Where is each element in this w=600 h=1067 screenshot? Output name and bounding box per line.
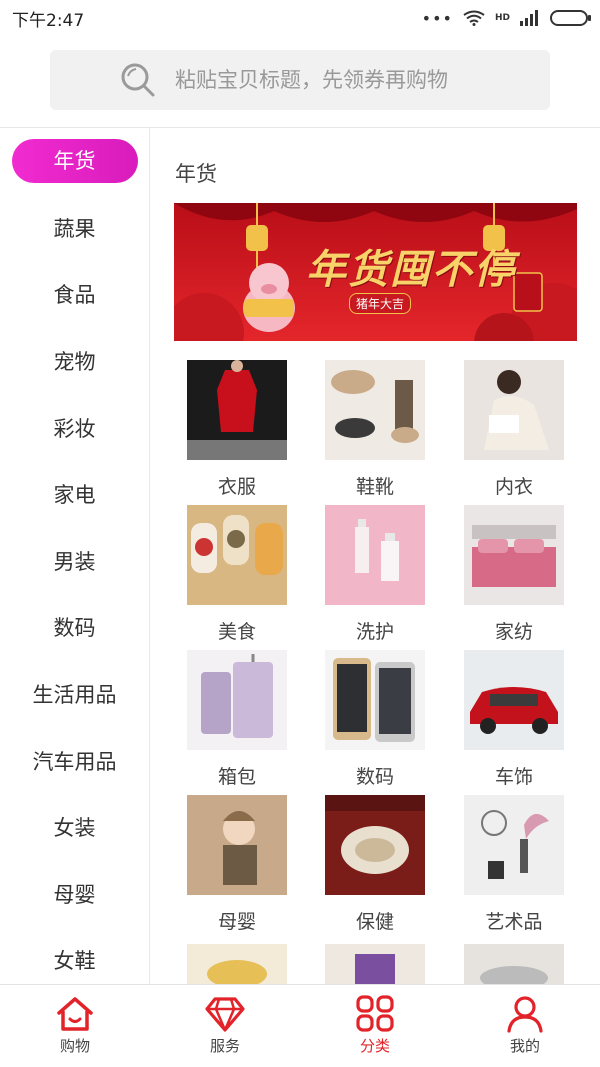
category-label: 内衣: [494, 476, 533, 498]
battery-icon: [550, 10, 591, 26]
tab-service[interactable]: 服务: [150, 985, 300, 1067]
car-thumbnail: [464, 650, 564, 750]
category-item[interactable]: 家纺: [444, 505, 584, 650]
category-label: 家纺: [494, 621, 533, 643]
sidebar-item-label: 汽车用品: [32, 749, 117, 774]
sidebar-item-jiadian[interactable]: 家电: [0, 461, 149, 528]
shoes-thumbnail: [325, 360, 425, 460]
user-icon: [507, 996, 543, 1033]
grid-icon: [356, 995, 394, 1032]
underwear-thumbnail: [464, 360, 564, 460]
signal-icon: [520, 10, 538, 26]
socks-thumbnail: [325, 944, 425, 984]
sidebar-item-caizhuang[interactable]: 彩妆: [0, 394, 149, 461]
kitchen-thumbnail: [464, 944, 564, 984]
status-icons: ••• HD: [421, 8, 591, 28]
sidebar-item-nanzhuang[interactable]: 男装: [0, 528, 149, 595]
sidebar-item-nvzhuang[interactable]: 女装: [0, 794, 149, 861]
network-type: HD: [494, 13, 510, 23]
wifi-icon: [463, 10, 485, 26]
tab-label: 购物: [59, 1037, 90, 1055]
sidebar-item-qiche[interactable]: 汽车用品: [0, 727, 149, 794]
sidebar-item-label: 数码: [53, 616, 96, 641]
category-item[interactable]: 箱包: [167, 650, 307, 795]
category-label: 保健: [355, 911, 394, 933]
sidebar-item-muying[interactable]: 母婴: [0, 861, 149, 928]
sidebar-item-label: 女装: [53, 816, 96, 841]
category-item[interactable]: 内衣: [444, 360, 584, 505]
search-input[interactable]: [175, 68, 535, 92]
art-thumbnail: [464, 795, 564, 895]
sidebar-item-shipin[interactable]: 食品: [0, 261, 149, 328]
category-item[interactable]: 美食: [167, 505, 307, 650]
sidebar-item-label: 母婴: [53, 882, 96, 907]
category-item[interactable]: 洗护: [305, 505, 445, 650]
category-label: 数码: [355, 766, 394, 788]
category-sidebar: 年货 蔬果 食品 宠物 彩妆 家电 男装 数码 生活用品 汽车用品 女装 母婴 …: [0, 128, 150, 984]
status-time: 下午2:47: [12, 10, 85, 31]
tab-shopping[interactable]: 购物: [0, 985, 150, 1067]
digital-thumbnail: [325, 650, 425, 750]
baby-thumbnail: [187, 795, 287, 895]
category-item[interactable]: 衣服: [167, 360, 307, 505]
sidebar-item-shuguo[interactable]: 蔬果: [0, 195, 149, 262]
category-item-partial[interactable]: [444, 944, 584, 984]
category-item[interactable]: 鞋靴: [305, 360, 445, 505]
sidebar-item-label: 女鞋: [53, 949, 96, 974]
category-label: 车饰: [494, 766, 533, 788]
food-thumbnail: [187, 505, 287, 605]
promo-banner[interactable]: 年货囤不停 猪年大吉: [174, 203, 577, 341]
home-icon: [57, 997, 93, 1031]
sidebar-item-shenghuo[interactable]: 生活用品: [0, 661, 149, 728]
bottom-tab-bar: 购物 服务 分类 我的: [0, 984, 600, 1067]
sidebar-item-chongwu[interactable]: 宠物: [0, 328, 149, 395]
tab-label: 服务: [209, 1037, 240, 1055]
tab-label: 我的: [509, 1037, 540, 1055]
sidebar-item-label: 彩妆: [53, 416, 96, 441]
category-label: 美食: [217, 621, 256, 643]
sidebar-item-nvxie[interactable]: 女鞋: [0, 927, 149, 984]
more-dots-icon: •••: [421, 8, 453, 28]
banner-badge: 猪年大吉: [349, 293, 412, 314]
sidebar-item-label: 男装: [53, 549, 96, 574]
category-content: 年货 年货囤不停 猪年大吉 衣服 鞋靴 内衣 美食 洗护 家纺 箱包 数码 车饰…: [151, 128, 600, 984]
sidebar-item-label: 食品: [53, 283, 96, 308]
diamond-icon: [205, 997, 245, 1032]
health-thumbnail: [325, 795, 425, 895]
category-label: 衣服: [217, 476, 256, 498]
status-bar: 下午2:47 ••• HD: [0, 0, 600, 36]
sidebar-item-label: 生活用品: [32, 683, 117, 708]
sidebar-item-label: 家电: [53, 483, 96, 508]
sidebar-item-nianhuo[interactable]: 年货: [0, 128, 149, 195]
search-icon: [121, 63, 155, 97]
sidebar-item-label: 宠物: [53, 350, 96, 375]
banner-headline: 年货囤不停: [306, 247, 516, 293]
category-item[interactable]: 母婴: [167, 795, 307, 940]
category-label: 洗护: [355, 621, 394, 643]
category-item-partial[interactable]: [167, 944, 307, 984]
skincare-thumbnail: [325, 505, 425, 605]
category-item[interactable]: 保健: [305, 795, 445, 940]
category-item[interactable]: 车饰: [444, 650, 584, 795]
category-label: 鞋靴: [355, 476, 394, 498]
tab-label: 分类: [359, 1037, 390, 1055]
sidebar-item-label: 蔬果: [53, 216, 96, 241]
sidebar-item-label: 年货: [11, 139, 138, 184]
tab-mine[interactable]: 我的: [450, 985, 600, 1067]
jewelry-thumbnail: [187, 944, 287, 984]
category-item[interactable]: 数码: [305, 650, 445, 795]
clothes-thumbnail: [187, 360, 287, 460]
section-title: 年货: [175, 162, 217, 186]
bedding-thumbnail: [464, 505, 564, 605]
search-bar[interactable]: [50, 50, 550, 110]
luggage-thumbnail: [187, 650, 287, 750]
sidebar-item-shuma[interactable]: 数码: [0, 594, 149, 661]
category-label: 箱包: [217, 766, 256, 788]
category-item-partial[interactable]: [305, 944, 445, 984]
category-label: 母婴: [217, 911, 256, 933]
category-item[interactable]: 艺术品: [444, 795, 584, 940]
tab-category[interactable]: 分类: [300, 985, 450, 1067]
category-label: 艺术品: [485, 911, 543, 933]
